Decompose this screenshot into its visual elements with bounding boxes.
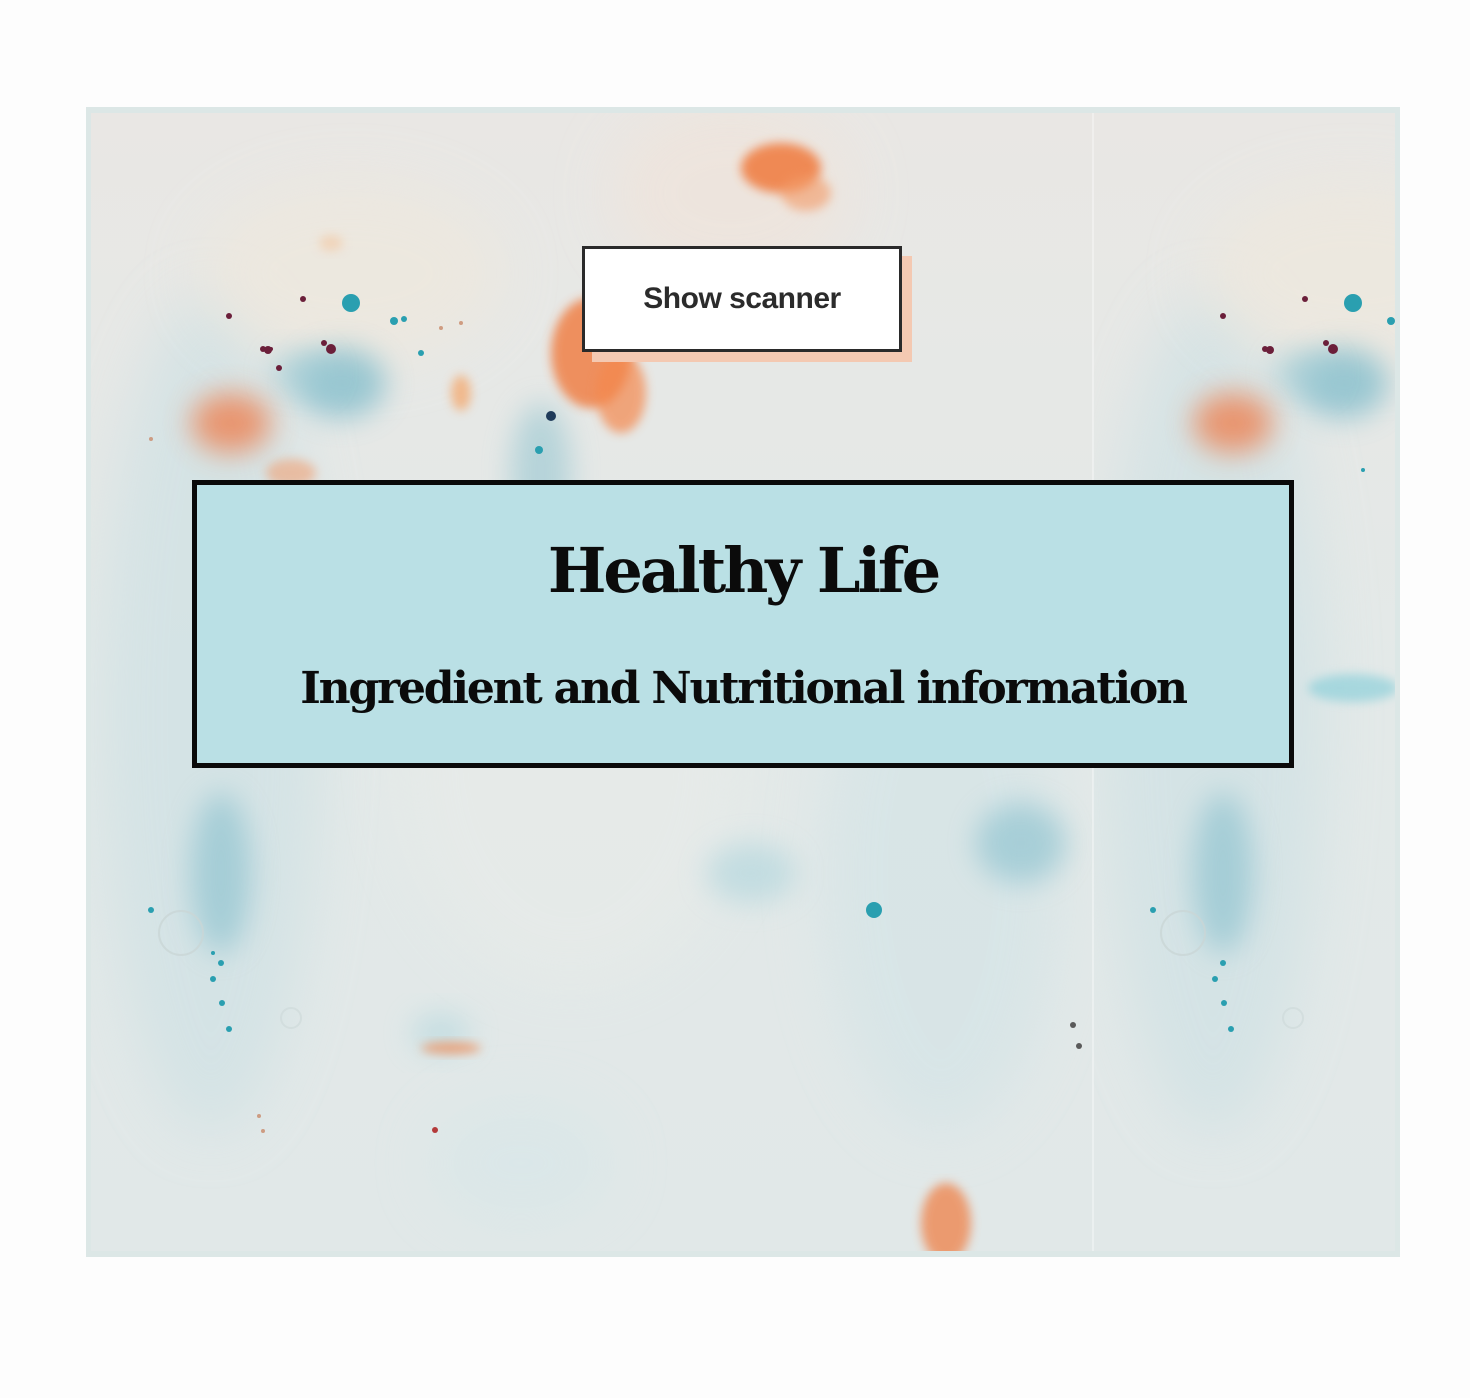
hero-subtitle: Ingredient and Nutritional information	[300, 663, 1188, 714]
show-scanner-button-container: Show scanner	[582, 246, 912, 362]
hero-banner: Healthy Life Ingredient and Nutritional …	[192, 480, 1294, 768]
show-scanner-button[interactable]: Show scanner	[582, 246, 902, 352]
hero-title: Healthy Life	[547, 534, 941, 607]
